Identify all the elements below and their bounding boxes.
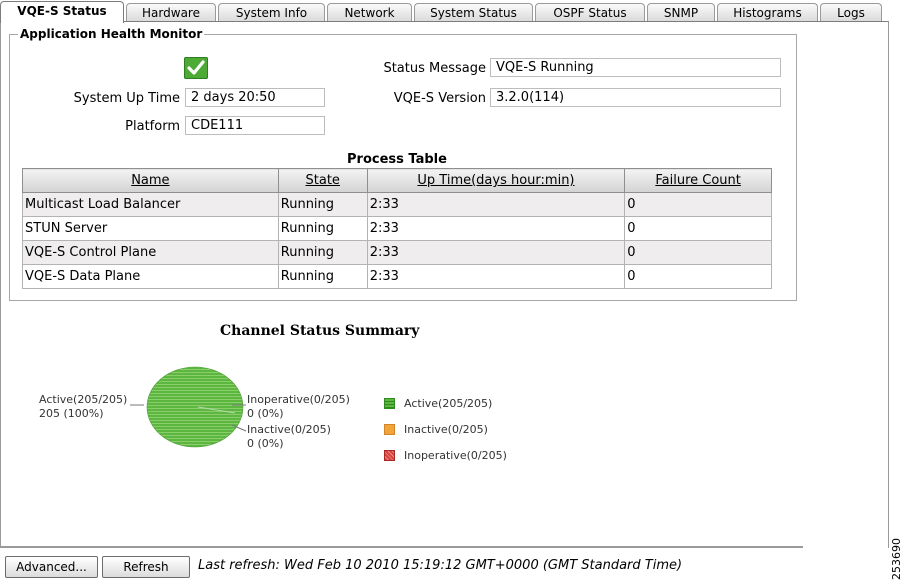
pie-leader-lines	[130, 404, 247, 432]
cell-name: STUN Server	[22, 216, 279, 241]
column-header-failure-count[interactable]: Failure Count	[624, 168, 772, 193]
table-row: VQE-S Data Plane Running 2:33 0	[22, 264, 772, 289]
tab-network[interactable]: Network	[327, 3, 412, 22]
cell-state: Running	[277, 216, 368, 241]
legend-swatch-active	[384, 398, 395, 409]
legend-text-inoperative: Inoperative(0/205)	[404, 449, 507, 462]
cell-name: VQE-S Control Plane	[22, 240, 279, 265]
process-table-title: Process Table	[347, 152, 447, 167]
column-header-state[interactable]: State	[277, 168, 368, 193]
cell-failure-count: 0	[624, 216, 772, 241]
figure-id: 253690	[890, 538, 903, 580]
pie-label-inoperative-line2: 0 (0%)	[247, 407, 284, 420]
legend-text-inactive: Inactive(0/205)	[404, 423, 488, 436]
health-monitor-legend: Application Health Monitor	[18, 27, 205, 41]
tab-logs[interactable]: Logs	[820, 3, 882, 22]
legend-swatch-inoperative	[384, 450, 395, 461]
pie-label-active-line1: Active(205/205)	[39, 393, 128, 406]
cell-uptime: 2:33	[366, 264, 626, 289]
status-message-field: VQE-S Running	[490, 58, 781, 77]
cell-failure-count: 0	[624, 240, 772, 265]
column-header-name[interactable]: Name	[22, 168, 279, 193]
cell-state: Running	[277, 264, 368, 289]
legend-text-active: Active(205/205)	[404, 397, 493, 410]
tab-vqe-s-status[interactable]: VQE-S Status	[0, 1, 124, 23]
cell-failure-count: 0	[624, 192, 772, 217]
legend-swatch-inactive	[384, 424, 395, 435]
tab-histograms[interactable]: Histograms	[717, 3, 818, 22]
cell-uptime: 2:33	[366, 216, 626, 241]
leader-inactive	[231, 424, 247, 432]
table-row: VQE-S Control Plane Running 2:33 0	[22, 240, 772, 265]
cell-name: Multicast Load Balancer	[22, 192, 279, 217]
process-table: Name State Up Time(days hour:min) Failur…	[22, 168, 772, 289]
status-ok-check-icon	[184, 57, 208, 79]
tab-system-info[interactable]: System Info	[218, 3, 325, 22]
last-refresh-text: Last refresh: Wed Feb 10 2010 15:19:12 G…	[198, 558, 683, 573]
pie-label-inoperative-line1: Inoperative(0/205)	[247, 393, 350, 406]
version-field: 3.2.0(114)	[490, 88, 781, 107]
footer-divider	[0, 546, 803, 548]
tab-hardware[interactable]: Hardware	[126, 3, 216, 22]
pie-label-active-line2: 205 (100%)	[39, 407, 104, 420]
chart-title: Channel Status Summary	[220, 323, 420, 339]
uptime-field: 2 days 20:50	[185, 88, 325, 107]
version-label: VQE-S Version	[393, 91, 486, 106]
cell-state: Running	[277, 192, 368, 217]
tab-snmp[interactable]: SNMP	[647, 3, 715, 22]
status-message-label: Status Message	[383, 61, 486, 76]
tab-system-status[interactable]: System Status	[414, 3, 533, 22]
cell-uptime: 2:33	[366, 240, 626, 265]
cell-failure-count: 0	[624, 264, 772, 289]
uptime-label: System Up Time	[73, 91, 180, 106]
platform-label: Platform	[125, 119, 180, 134]
table-row: STUN Server Running 2:33 0	[22, 216, 772, 241]
refresh-button[interactable]: Refresh	[102, 556, 190, 578]
tab-bar: VQE-S Status Hardware System Info Networ…	[0, 0, 909, 23]
tab-ospf-status[interactable]: OSPF Status	[535, 3, 645, 22]
column-header-uptime[interactable]: Up Time(days hour:min)	[366, 168, 626, 193]
cell-name: VQE-S Data Plane	[22, 264, 279, 289]
cell-state: Running	[277, 240, 368, 265]
pie-label-active: Active(205/205) 205 (100%)	[39, 393, 127, 421]
platform-field: CDE111	[185, 116, 325, 135]
pie-label-inactive: Inactive(0/205) 0 (0%)	[247, 423, 331, 451]
table-row: Multicast Load Balancer Running 2:33 0	[22, 192, 772, 217]
pie-label-inactive-line2: 0 (0%)	[247, 437, 284, 450]
cell-uptime: 2:33	[366, 192, 626, 217]
advanced-button[interactable]: Advanced...	[5, 556, 98, 578]
pie-label-inoperative: Inoperative(0/205) 0 (0%)	[247, 393, 350, 421]
pie-label-inactive-line1: Inactive(0/205)	[247, 423, 331, 436]
